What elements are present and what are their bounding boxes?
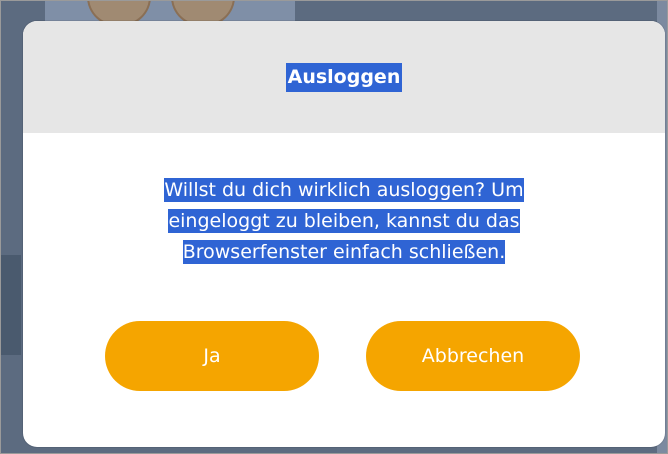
- dialog-body: Willst du dich wirklich ausloggen? Um ei…: [23, 133, 665, 268]
- background-header: [45, 1, 295, 23]
- background-sidebar-tab: [1, 255, 21, 355]
- screen: Ausloggen Willst du dich wirklich auslog…: [0, 0, 668, 454]
- dialog-message-line: Browserfenster einfach schließen.: [182, 240, 506, 264]
- dialog-header: Ausloggen: [23, 21, 665, 133]
- logout-dialog: Ausloggen Willst du dich wirklich auslog…: [23, 21, 665, 447]
- dialog-message-line: Willst du dich wirklich ausloggen? Um: [164, 178, 524, 202]
- confirm-logout-button[interactable]: Ja: [105, 321, 319, 391]
- dialog-actions: Ja Abbrechen: [23, 321, 665, 391]
- dialog-title: Ausloggen: [285, 62, 403, 92]
- dialog-message-line: eingeloggt zu bleiben, kannst du das: [168, 209, 520, 233]
- dialog-message: Willst du dich wirklich ausloggen? Um ei…: [109, 175, 579, 268]
- cancel-button[interactable]: Abbrechen: [366, 321, 580, 391]
